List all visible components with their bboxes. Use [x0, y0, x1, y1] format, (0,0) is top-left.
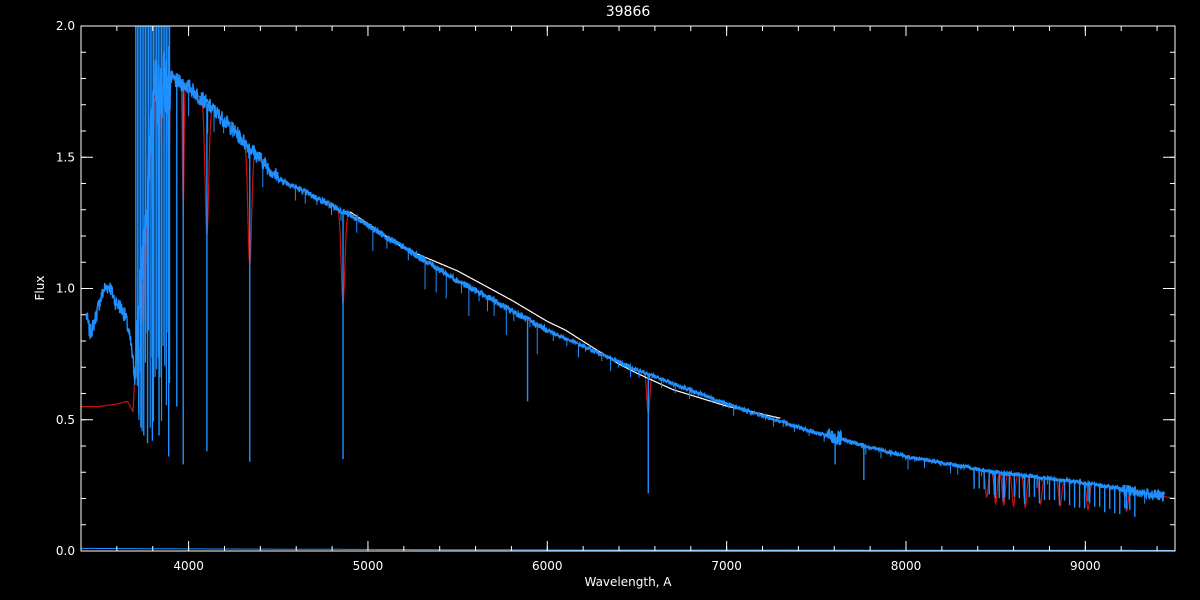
- spectrum-chart: 39866 4000 5000 6000 7000 8000 9000 0.0 0.5 1.0 1…: [33, 4, 1176, 589]
- y-axis-title: Flux: [33, 276, 47, 301]
- y-tick-label: 1.5: [56, 150, 75, 164]
- x-tick-label: 8000: [891, 559, 922, 573]
- reference-spectrum-line: [349, 211, 781, 419]
- error-series-line: [81, 547, 1175, 551]
- axes-group: 4000 5000 6000 7000 8000 9000 0.0 0.5 1.0 1.5 2.0: [56, 19, 1176, 573]
- observed-spectrum-line: [85, 46, 1165, 503]
- x-axis-title: Wavelength, A: [584, 575, 672, 589]
- x-tick-label: 7000: [711, 559, 742, 573]
- y-tick-label: 1.0: [56, 282, 75, 296]
- x-tick-label: 4000: [173, 559, 204, 573]
- y-tick-label: 0.0: [56, 544, 75, 558]
- x-tick-label: 9000: [1070, 559, 1101, 573]
- x-tick-label: 6000: [532, 559, 563, 573]
- plot-series-group: [81, 26, 1175, 551]
- y-tick-label: 2.0: [56, 19, 75, 33]
- y-tick-label: 0.5: [56, 413, 75, 427]
- x-tick-label: 5000: [353, 559, 384, 573]
- chart-container: 39866 4000 5000 6000 7000 8000 9000 0.0 0.5 1.0 1…: [0, 0, 1200, 600]
- chart-title: 39866: [606, 4, 651, 20]
